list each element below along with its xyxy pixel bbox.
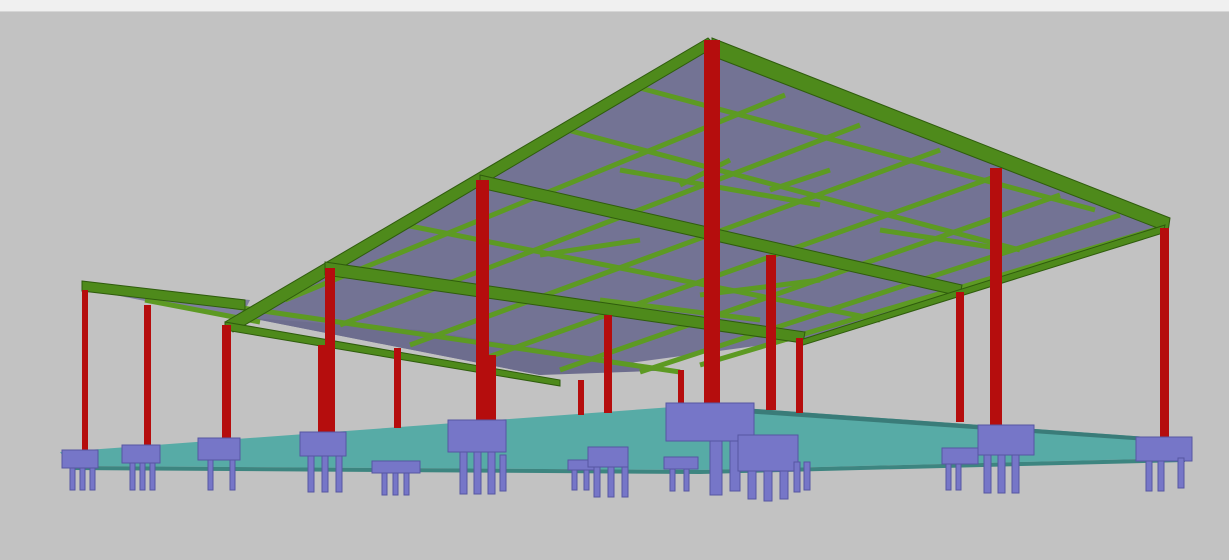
column [956,292,964,422]
column [144,305,151,450]
column [488,355,496,420]
window-top-strip [0,0,1229,12]
column [578,380,584,415]
pile-cap [663,456,699,492]
column [766,255,776,410]
column [704,40,720,405]
pile-cap [941,447,979,491]
column [990,168,1002,428]
column [394,348,401,428]
pile-cap [587,446,629,498]
pile-cap [61,449,99,491]
pile-cap [371,460,421,496]
column [222,325,231,443]
structural-model-canvas[interactable] [0,12,1229,560]
column [1160,228,1169,438]
column [678,370,684,408]
3d-viewport[interactable] [0,12,1229,560]
column [796,338,803,413]
column [318,345,325,433]
column [604,315,612,413]
column [476,180,489,423]
column [82,290,88,450]
column [325,268,335,433]
pile-cap [1135,436,1193,492]
